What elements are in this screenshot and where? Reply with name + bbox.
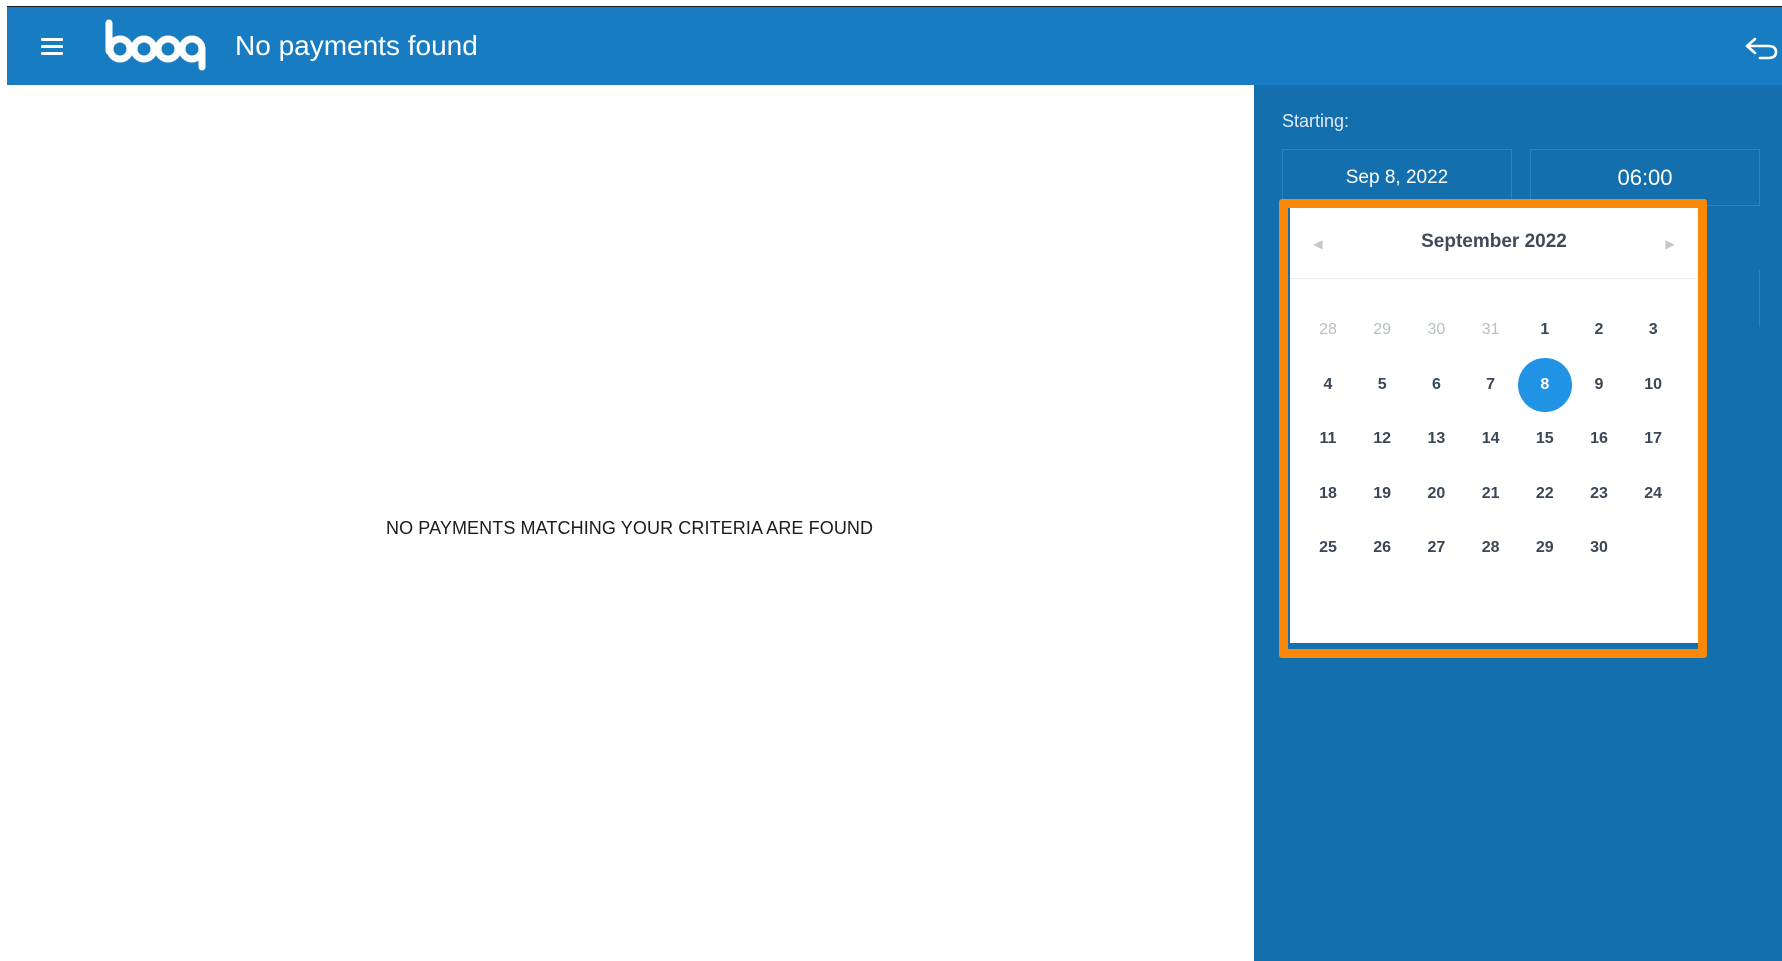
undo-back-icon[interactable]	[1742, 33, 1782, 63]
booq-logo	[105, 19, 206, 71]
starting-label: Starting:	[1282, 111, 1350, 131]
page-title: No payments found	[235, 30, 478, 61]
top-app-bar: No payments found	[7, 6, 1782, 85]
empty-state-message: NO PAYMENTS MATCHING YOUR CRITERIA ARE F…	[386, 518, 874, 538]
payments-content: NO PAYMENTS MATCHING YOUR CRITERIA ARE F…	[0, 85, 1254, 961]
highlight-frame	[1279, 199, 1707, 658]
start-date-field[interactable]: Sep 8, 2022	[1282, 149, 1512, 206]
menu-icon[interactable]	[37, 33, 67, 59]
start-time-field[interactable]: 06:00	[1530, 149, 1760, 206]
app-window: No payments found NO PAYMENTS MATCHING Y…	[0, 0, 1782, 961]
